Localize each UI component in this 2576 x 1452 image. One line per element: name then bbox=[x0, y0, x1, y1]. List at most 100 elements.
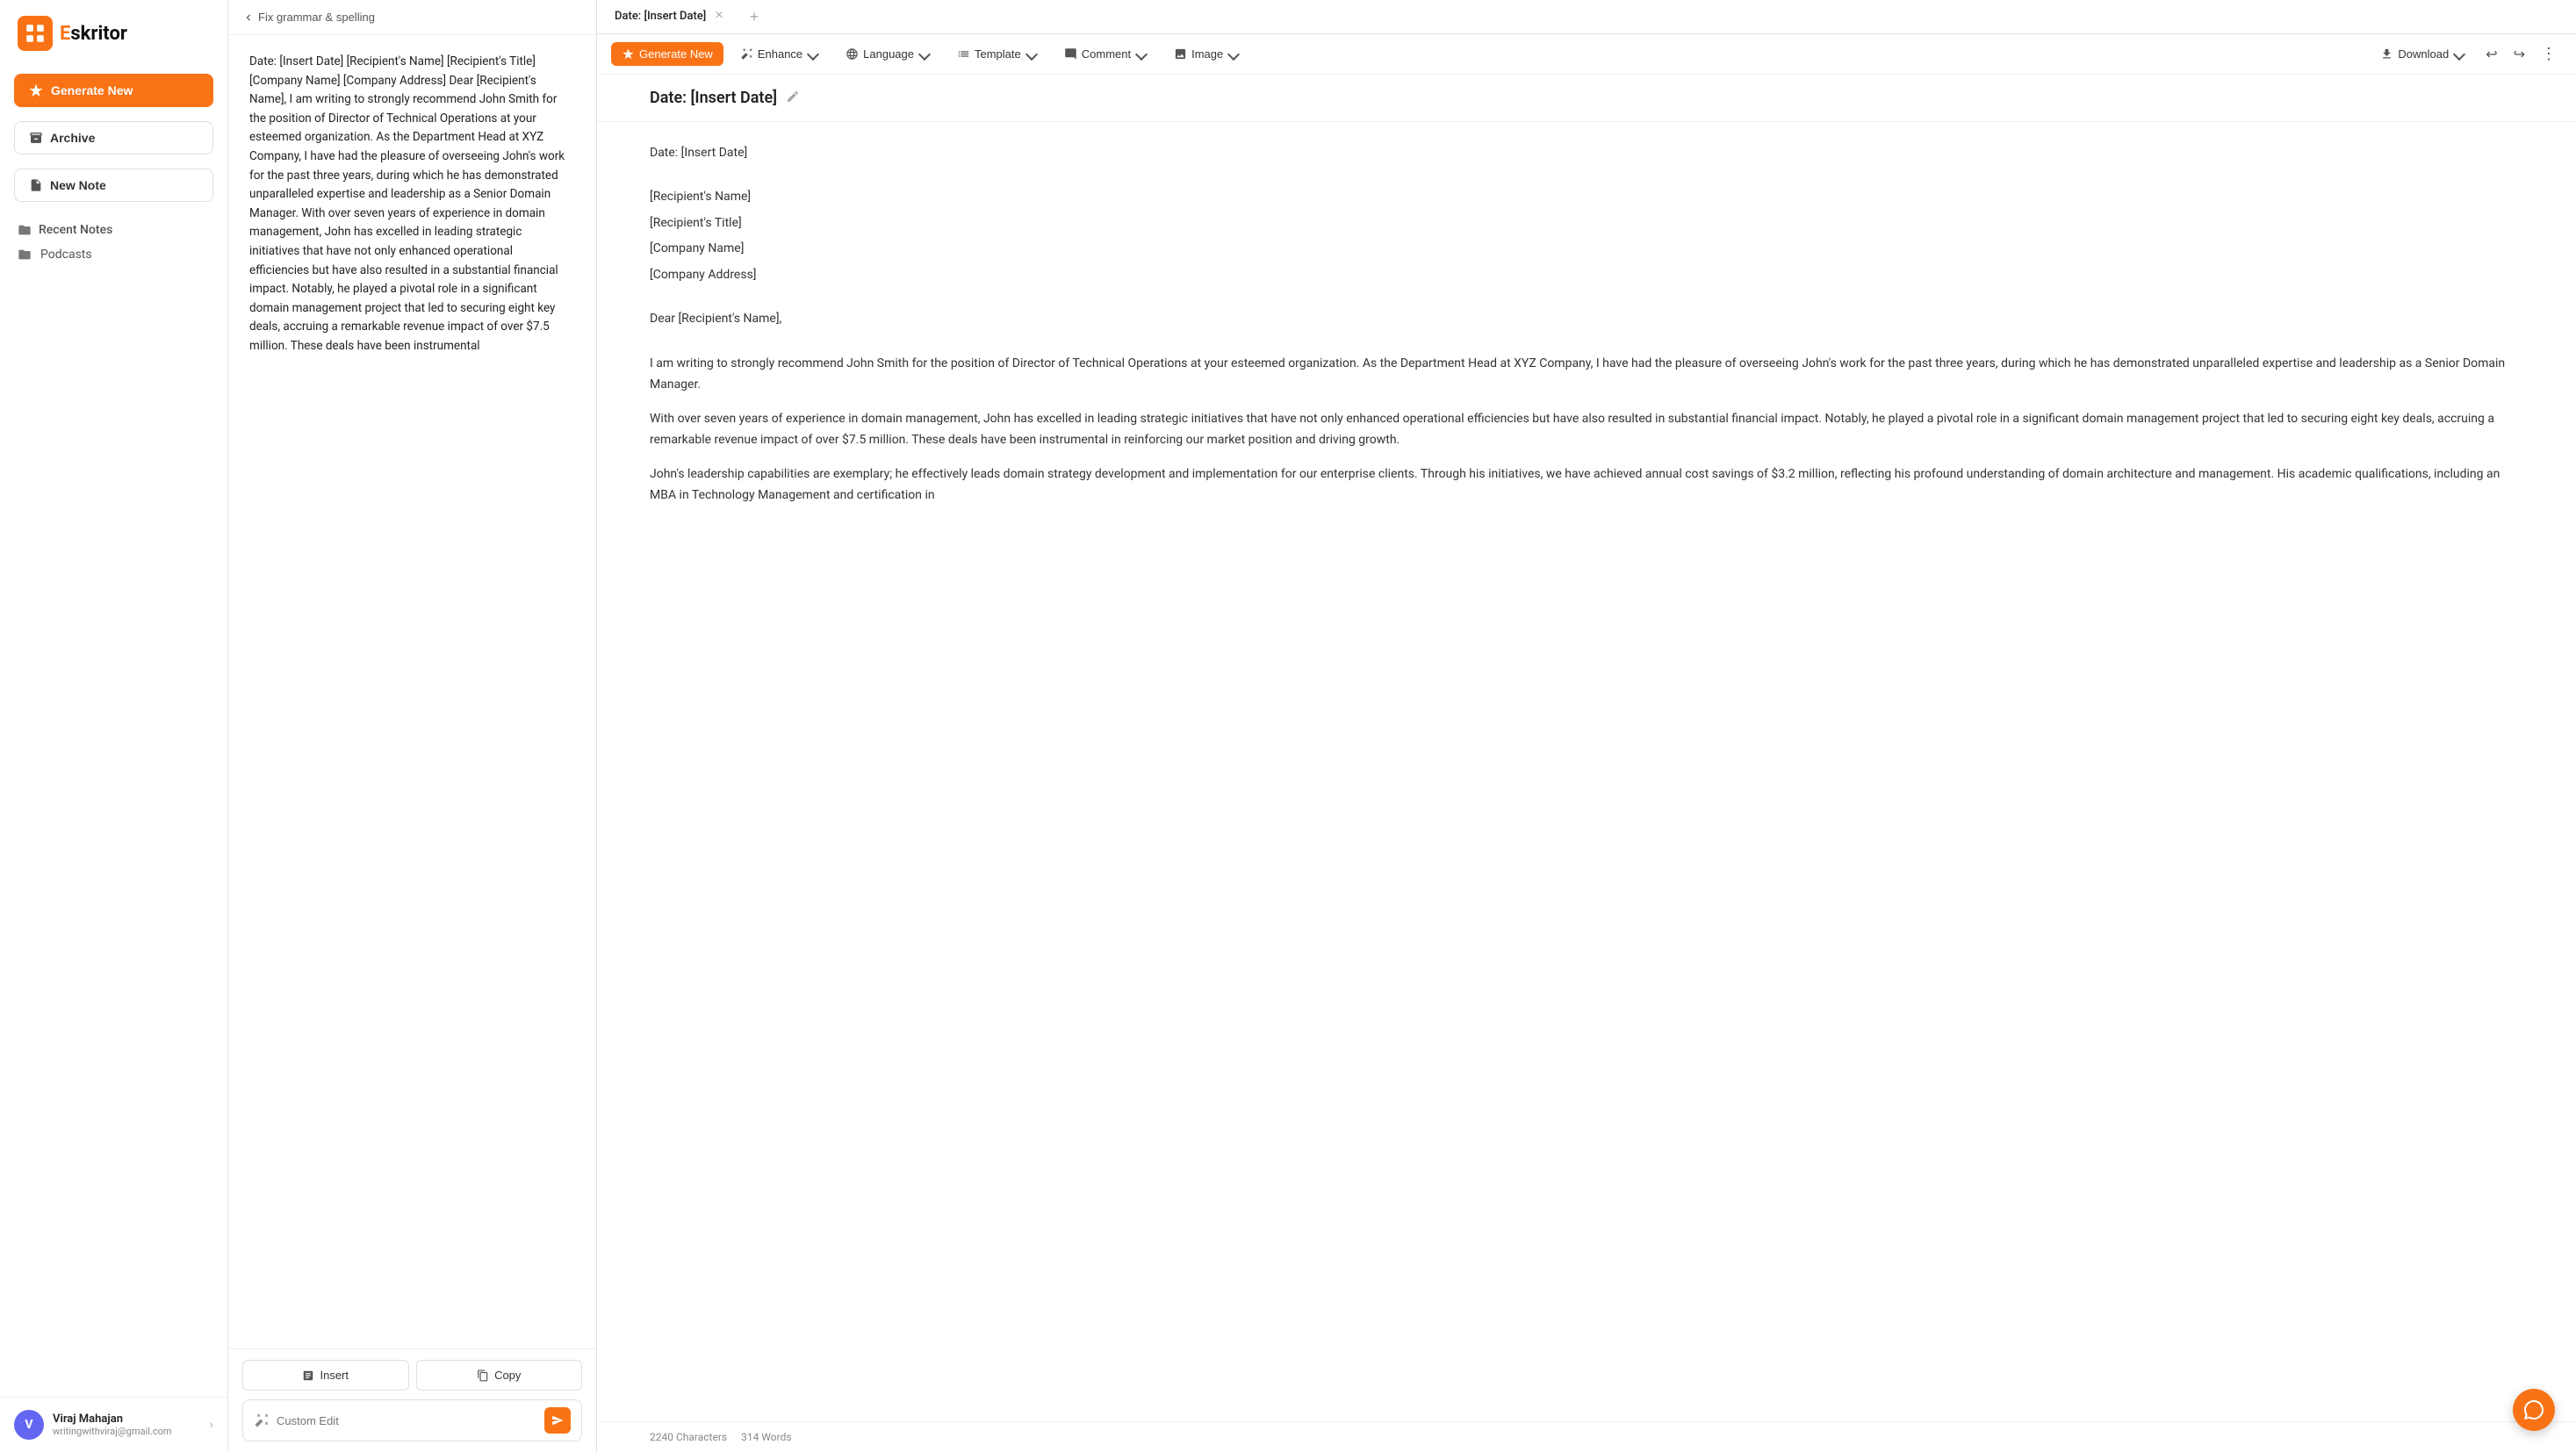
language-chevron bbox=[918, 47, 931, 60]
editor-toolbar: Generate New Enhance Language Template C… bbox=[597, 34, 2576, 75]
enhance-chevron bbox=[807, 47, 819, 60]
logo-icon bbox=[18, 16, 53, 51]
toolbar-template-label: Template bbox=[975, 47, 1021, 61]
download-chevron bbox=[2453, 47, 2465, 60]
editor-empty-line-2 bbox=[650, 291, 2523, 304]
back-icon bbox=[242, 11, 255, 24]
tab-add-button[interactable]: + bbox=[743, 8, 766, 26]
toolbar-enhance-button[interactable]: Enhance bbox=[729, 41, 829, 67]
archive-label: Archive bbox=[50, 131, 95, 145]
podcasts-label: Podcasts bbox=[40, 248, 92, 262]
redo-button[interactable]: ↪ bbox=[2508, 42, 2530, 67]
main-editor: Date: [Insert Date] × + Generate New Enh… bbox=[597, 0, 2576, 1452]
toolbar-generate-label: Generate New bbox=[639, 47, 713, 61]
archive-button[interactable]: Archive bbox=[14, 121, 213, 155]
preview-content-area: Date: [Insert Date] [Recipient's Name] [… bbox=[228, 35, 596, 1348]
editor-line-company-address: [Company Address] bbox=[650, 265, 2523, 286]
chat-support-button[interactable] bbox=[2513, 1389, 2555, 1431]
toolbar-comment-label: Comment bbox=[1082, 47, 1131, 61]
download-icon bbox=[2380, 47, 2393, 61]
toolbar-sparkle-icon bbox=[622, 47, 635, 61]
back-label: Fix grammar & spelling bbox=[258, 11, 375, 24]
edit-title-icon bbox=[786, 90, 800, 104]
image-icon bbox=[1174, 47, 1187, 61]
tab-close-button[interactable]: × bbox=[713, 9, 724, 23]
preview-actions: Insert Copy bbox=[228, 1348, 596, 1452]
language-icon bbox=[845, 47, 859, 61]
editor-body[interactable]: Date: [Insert Date] [Recipient's Name] [… bbox=[597, 122, 2576, 1421]
edit-title-button[interactable] bbox=[786, 90, 800, 106]
custom-edit-row bbox=[242, 1399, 582, 1441]
editor-line-recipient-title: [Recipient's Title] bbox=[650, 213, 2523, 234]
editor-line-recipient-name: [Recipient's Name] bbox=[650, 187, 2523, 208]
new-note-label: New Note bbox=[50, 178, 106, 192]
avatar: V bbox=[14, 1410, 44, 1440]
character-count: 2240 Characters bbox=[650, 1431, 727, 1443]
toolbar-language-label: Language bbox=[863, 47, 914, 61]
editor-paragraph-1: I am writing to strongly recommend John … bbox=[650, 353, 2523, 396]
action-buttons-row: Insert Copy bbox=[242, 1360, 582, 1391]
enhance-icon bbox=[740, 47, 753, 61]
user-email: writingwithviraj@gmail.com bbox=[53, 1426, 201, 1437]
generate-new-button[interactable]: Generate New bbox=[14, 74, 213, 107]
more-options-button[interactable]: ⋮ bbox=[2536, 41, 2562, 67]
editor-footer: 2240 Characters 314 Words bbox=[597, 1421, 2576, 1452]
toolbar-download-button[interactable]: Download bbox=[2369, 41, 2475, 67]
sparkle-icon bbox=[28, 83, 44, 98]
sidebar: Eskritor Generate New Archive New Note R… bbox=[0, 0, 228, 1452]
comment-icon bbox=[1064, 47, 1077, 61]
template-chevron bbox=[1025, 47, 1038, 60]
editor-line-salutation: Dear [Recipient's Name], bbox=[650, 309, 2523, 330]
document-title: Date: [Insert Date] bbox=[650, 89, 777, 107]
custom-edit-input[interactable] bbox=[277, 1414, 537, 1427]
insert-button[interactable]: Insert bbox=[242, 1360, 409, 1391]
preview-topbar: Fix grammar & spelling bbox=[228, 0, 596, 35]
user-menu-arrow: › bbox=[210, 1418, 213, 1432]
toolbar-template-button[interactable]: Template bbox=[946, 41, 1047, 67]
send-icon bbox=[551, 1414, 564, 1427]
editor-tab-active[interactable]: Date: [Insert Date] × bbox=[597, 0, 743, 33]
toolbar-image-button[interactable]: Image bbox=[1162, 41, 1249, 67]
new-note-icon bbox=[29, 178, 43, 192]
new-note-button[interactable]: New Note bbox=[14, 169, 213, 202]
custom-edit-send-button[interactable] bbox=[544, 1407, 571, 1434]
recent-notes-section: Recent Notes bbox=[0, 209, 227, 241]
image-chevron bbox=[1227, 47, 1240, 60]
toolbar-language-button[interactable]: Language bbox=[834, 41, 940, 67]
toolbar-download-label: Download bbox=[2398, 47, 2449, 61]
podcasts-folder-icon bbox=[18, 248, 32, 262]
logo: Eskritor bbox=[0, 0, 227, 67]
preview-panel: Fix grammar & spelling Date: [Insert Dat… bbox=[228, 0, 597, 1452]
template-icon bbox=[957, 47, 970, 61]
editor-line-date: Date: [Insert Date] bbox=[650, 143, 2523, 164]
sidebar-item-podcasts[interactable]: Podcasts bbox=[0, 241, 227, 269]
undo-button[interactable]: ↩ bbox=[2480, 42, 2502, 67]
editor-line-company-name: [Company Name] bbox=[650, 239, 2523, 260]
user-name: Viraj Mahajan bbox=[53, 1412, 201, 1426]
tab-title: Date: [Insert Date] bbox=[615, 10, 706, 23]
insert-icon bbox=[302, 1369, 314, 1382]
copy-icon bbox=[477, 1369, 489, 1382]
toolbar-enhance-label: Enhance bbox=[758, 47, 802, 61]
editor-paragraph-3: John's leadership capabilities are exemp… bbox=[650, 464, 2523, 507]
editor-empty-line-3 bbox=[650, 335, 2523, 348]
insert-label: Insert bbox=[320, 1369, 349, 1382]
user-info: Viraj Mahajan writingwithviraj@gmail.com bbox=[53, 1412, 201, 1437]
editor-tabs: Date: [Insert Date] × + bbox=[597, 0, 2576, 34]
document-title-area: Date: [Insert Date] bbox=[597, 75, 2576, 122]
magic-wand-icon bbox=[254, 1412, 270, 1428]
toolbar-generate-button[interactable]: Generate New bbox=[611, 42, 723, 66]
toolbar-comment-button[interactable]: Comment bbox=[1053, 41, 1157, 67]
word-count: 314 Words bbox=[741, 1431, 791, 1443]
archive-icon bbox=[29, 131, 43, 145]
editor-empty-line bbox=[650, 169, 2523, 182]
comment-chevron bbox=[1135, 47, 1148, 60]
copy-label: Copy bbox=[494, 1369, 521, 1382]
user-profile[interactable]: V Viraj Mahajan writingwithviraj@gmail.c… bbox=[0, 1397, 227, 1452]
back-button[interactable]: Fix grammar & spelling bbox=[242, 11, 375, 24]
copy-button[interactable]: Copy bbox=[416, 1360, 583, 1391]
logo-text: Eskritor bbox=[60, 23, 127, 45]
toolbar-image-label: Image bbox=[1191, 47, 1223, 61]
folder-icon bbox=[18, 223, 32, 237]
recent-notes-label: Recent Notes bbox=[18, 223, 210, 237]
